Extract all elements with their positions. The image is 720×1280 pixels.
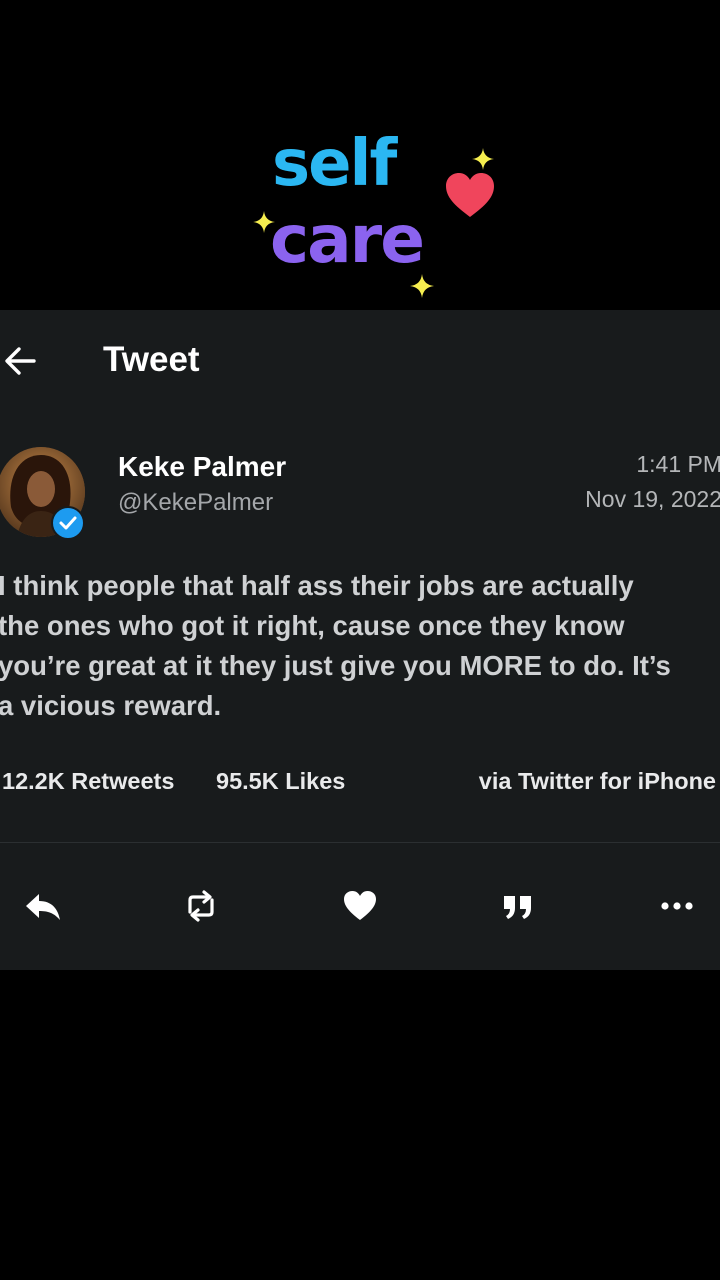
- tweet-text-line: I think people that half ass their jobs …: [0, 570, 634, 601]
- like-count[interactable]: 95.5K Likes: [216, 768, 345, 795]
- tweet-text-line: you’re great at it they just give you MO…: [0, 650, 671, 681]
- page-title: Tweet: [103, 340, 200, 379]
- tweet-text: I think people that half ass their jobs …: [0, 566, 720, 726]
- tweet-text-line: the ones who got it right, cause once th…: [0, 610, 625, 641]
- heart-icon[interactable]: [340, 886, 380, 926]
- retweet-count[interactable]: 12.2K Retweets: [2, 768, 174, 795]
- arrow-left-icon[interactable]: [2, 343, 38, 379]
- more-icon[interactable]: [657, 886, 697, 926]
- tweet-source[interactable]: via Twitter for iPhone: [479, 768, 716, 795]
- logo-word-care: care: [270, 201, 425, 278]
- self-care-logo: self care: [250, 127, 500, 300]
- logo-word-self: self: [272, 127, 397, 201]
- divider: [0, 842, 720, 843]
- verified-badge-icon: [51, 506, 85, 540]
- tweet-date: Nov 19, 2022: [585, 486, 720, 512]
- tweet-time: 1:41 PM: [636, 451, 720, 477]
- sparkle-icon: [253, 211, 275, 233]
- author-name[interactable]: Keke Palmer: [118, 451, 286, 483]
- sparkle-icon: [410, 274, 434, 298]
- retweet-icon[interactable]: [181, 886, 221, 926]
- author-handle[interactable]: @KekePalmer: [118, 489, 273, 517]
- tweet-text-line: a vicious reward.: [0, 690, 222, 721]
- sparkle-icon: [472, 148, 494, 170]
- reply-icon[interactable]: [23, 886, 63, 926]
- quote-icon[interactable]: [498, 886, 538, 926]
- heart-logo-icon: [446, 173, 494, 217]
